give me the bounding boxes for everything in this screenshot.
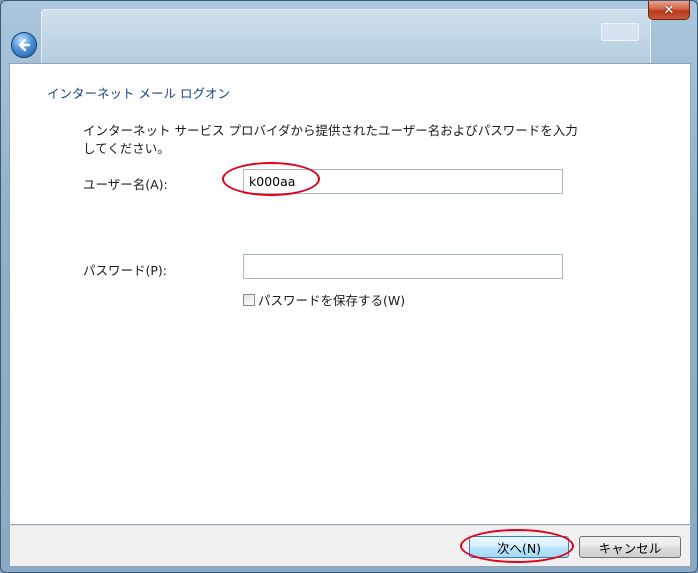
next-button[interactable]: 次へ(N) xyxy=(469,536,569,558)
save-password-option[interactable]: パスワードを保存する(W) xyxy=(243,290,405,309)
password-label: パスワード(P): xyxy=(83,263,168,278)
username-label: ユーザー名(A): xyxy=(83,177,168,192)
background-window-glass xyxy=(41,9,651,69)
wizard-content: インターネット メール ログオン インターネット サービス プロバイダから提供さ… xyxy=(9,63,691,525)
password-field[interactable] xyxy=(243,254,563,279)
page-title: インターネット メール ログオン xyxy=(47,86,230,101)
username-field[interactable]: k000aa xyxy=(243,169,563,194)
button-bar: 次へ(N) キャンセル xyxy=(9,525,691,567)
back-button[interactable] xyxy=(11,32,37,58)
save-password-label: パスワードを保存する(W) xyxy=(258,293,406,308)
save-password-checkbox[interactable] xyxy=(243,293,255,306)
back-arrow-icon xyxy=(18,38,31,52)
dialog-window: ✕ インターネット メール ログオン インターネット サービス プロバイダから提… xyxy=(0,0,698,573)
close-icon: ✕ xyxy=(663,2,675,18)
cancel-button[interactable]: キャンセル xyxy=(579,536,681,558)
close-button[interactable]: ✕ xyxy=(648,1,690,20)
instruction-text: インターネット サービス プロバイダから提供されたユーザー名およびパスワードを入… xyxy=(83,123,578,156)
background-window-control xyxy=(601,23,639,41)
